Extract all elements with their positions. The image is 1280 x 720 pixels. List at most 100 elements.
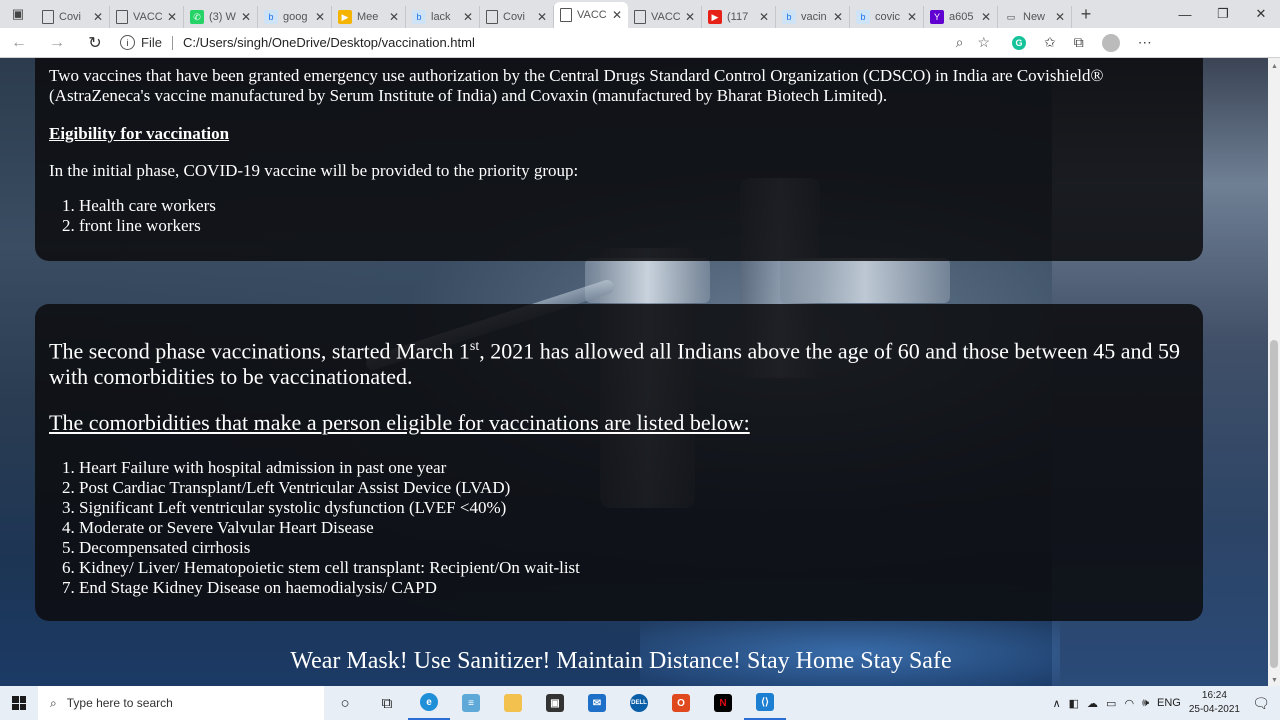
volume-icon[interactable]: 🕪 [1142, 697, 1149, 710]
collections-icon[interactable]: ⧉ [1074, 34, 1084, 51]
browser-tab[interactable]: VACC ✕ [110, 6, 184, 28]
tab-title: a605 [949, 11, 974, 23]
browser-tab[interactable]: VACC ✕ [554, 2, 628, 28]
tab-title: goog [283, 11, 308, 23]
tab-close-icon[interactable]: ✕ [981, 10, 991, 24]
clock[interactable]: 16:24 25-04-2021 [1189, 689, 1240, 717]
onedrive-icon[interactable]: ☁ [1087, 697, 1098, 710]
favorites-icon[interactable]: ✩ [1044, 34, 1056, 51]
battery-icon[interactable]: ▭ [1106, 697, 1116, 710]
bing-icon: b [856, 10, 870, 24]
browser-tab[interactable]: ✆ (3) W ✕ [184, 6, 258, 28]
eligibility-heading: Eigibility for vaccination [49, 124, 230, 143]
browser-tab[interactable]: VACC ✕ [628, 6, 702, 28]
back-button[interactable]: ← [0, 34, 38, 52]
tab-close-icon[interactable]: ✕ [833, 10, 843, 24]
list-item: Decompensated cirrhosis [79, 538, 580, 558]
browser-tab[interactable]: b covic ✕ [850, 6, 924, 28]
maximize-button[interactable]: ❐ [1204, 0, 1242, 28]
edge-browser-icon[interactable]: e [408, 686, 450, 720]
dell-icon[interactable]: DELL [618, 686, 660, 720]
tab-close-icon[interactable]: ✕ [759, 10, 769, 24]
tab-title: New [1023, 11, 1046, 23]
profile-avatar[interactable] [1101, 33, 1120, 52]
scroll-up-arrow-icon[interactable]: ▲ [1271, 62, 1278, 70]
tab-close-icon[interactable]: ✕ [93, 10, 103, 24]
windows-taskbar: ⌕ Type here to search ○ ⧉ e ≡ ▣ ✉ DELL O… [0, 686, 1280, 720]
info-icon[interactable]: i [120, 35, 135, 50]
second-phase-paragraph: The second phase vaccinations, started M… [49, 334, 1199, 390]
list-item: Post Cardiac Transplant/Left Ventricular… [79, 478, 580, 498]
doc-icon [42, 10, 54, 24]
omnibox[interactable]: i File C:/Users/singh/OneDrive/Desktop/v… [120, 31, 990, 55]
tray-app-icon[interactable]: ◧ [1069, 697, 1079, 710]
youtube-icon: ▶ [708, 10, 722, 24]
notification-icon[interactable]: 🗨 [1248, 695, 1274, 712]
minimize-button[interactable]: — [1166, 0, 1204, 28]
tab-close-icon[interactable]: ✕ [685, 10, 695, 24]
task-view-icon[interactable]: ⧉ [366, 686, 408, 720]
doc-icon [486, 10, 498, 24]
store-icon[interactable]: ▣ [534, 686, 576, 720]
tab-close-icon[interactable]: ✕ [389, 10, 399, 24]
safety-slogan: Wear Mask! Use Sanitizer! Maintain Dista… [290, 648, 952, 674]
tab-close-icon[interactable]: ✕ [612, 8, 622, 22]
more-menu-icon[interactable]: ⋯ [1138, 34, 1152, 51]
list-item: Kidney/ Liver/ Hematopoietic stem cell t… [79, 558, 580, 578]
tab-close-icon[interactable]: ✕ [167, 10, 177, 24]
tab-close-icon[interactable]: ✕ [463, 10, 473, 24]
tab-actions-menu-icon[interactable]: ▣ [0, 0, 36, 28]
file-explorer-icon[interactable] [492, 686, 534, 720]
close-window-button[interactable]: ✕ [1242, 0, 1280, 28]
tab-title: covic [875, 11, 901, 23]
scroll-down-arrow-icon[interactable]: ▼ [1271, 676, 1278, 684]
forward-button[interactable]: → [38, 34, 76, 52]
scrollbar-thumb[interactable] [1270, 340, 1278, 668]
favorite-star-icon[interactable]: ☆ [977, 34, 990, 51]
grammarly-extension-icon[interactable]: G [1012, 35, 1026, 50]
mail-icon[interactable]: ✉ [576, 686, 618, 720]
tab-close-icon[interactable]: ✕ [241, 10, 251, 24]
url-text[interactable]: C:/Users/singh/OneDrive/Desktop/vaccinat… [183, 35, 475, 50]
notepad-icon[interactable]: ≡ [450, 686, 492, 720]
list-item: Heart Failure with hospital admission in… [79, 458, 580, 478]
bing-icon: b [264, 10, 278, 24]
bing-icon: b [782, 10, 796, 24]
taskbar-search-box[interactable]: ⌕ Type here to search [38, 686, 324, 720]
start-button[interactable] [0, 696, 38, 710]
new-tab-button[interactable]: + [1072, 4, 1100, 25]
browser-tab[interactable]: b vacin ✕ [776, 6, 850, 28]
browser-tab[interactable]: ▶ Mee ✕ [332, 6, 406, 28]
browser-tab[interactable]: Ya605 ✕ [924, 6, 998, 28]
vscode-icon[interactable]: ⟨⟩ [744, 686, 786, 720]
office-icon[interactable]: O [660, 686, 702, 720]
page-viewport: Two vaccines that have been granted emer… [0, 58, 1268, 686]
tab-close-icon[interactable]: ✕ [315, 10, 325, 24]
reload-button[interactable]: ↻ [76, 33, 114, 53]
priority-group-list: Health care workers front line workers [49, 196, 216, 236]
browser-tab[interactable]: b goog ✕ [258, 6, 332, 28]
netflix-icon[interactable]: N [702, 686, 744, 720]
comorbidities-list: Heart Failure with hospital admission in… [49, 458, 580, 598]
browser-tab[interactable]: ▭ New ✕ [998, 6, 1072, 28]
tab-title: VACC [651, 11, 680, 23]
tab-close-icon[interactable]: ✕ [1055, 10, 1065, 24]
browser-tab[interactable]: b lack ✕ [406, 6, 480, 28]
zoom-icon[interactable]: ⌕ [956, 34, 964, 51]
yahoo-icon: Y [930, 10, 944, 24]
page-scrollbar[interactable]: ▲ ▼ [1268, 58, 1280, 686]
show-hidden-icons-chevron-icon[interactable]: ∧ [1053, 697, 1061, 710]
cortana-icon[interactable]: ○ [324, 686, 366, 720]
tab-close-icon[interactable]: ✕ [537, 10, 547, 24]
intro-paragraph: Two vaccines that have been granted emer… [49, 66, 1104, 105]
newtab-icon: ▭ [1006, 11, 1016, 22]
browser-tab[interactable]: Covi ✕ [480, 6, 554, 28]
network-icon[interactable]: ◠ [1124, 697, 1134, 710]
language-indicator[interactable]: ENG [1157, 697, 1181, 709]
browser-tab[interactable]: ▶ (117 ✕ [702, 6, 776, 28]
browser-tab[interactable]: Covi ✕ [36, 6, 110, 28]
meet-icon: ▶ [338, 10, 352, 24]
ordinal-suffix: st [469, 339, 480, 354]
tab-close-icon[interactable]: ✕ [907, 10, 917, 24]
list-item: front line workers [79, 216, 216, 236]
